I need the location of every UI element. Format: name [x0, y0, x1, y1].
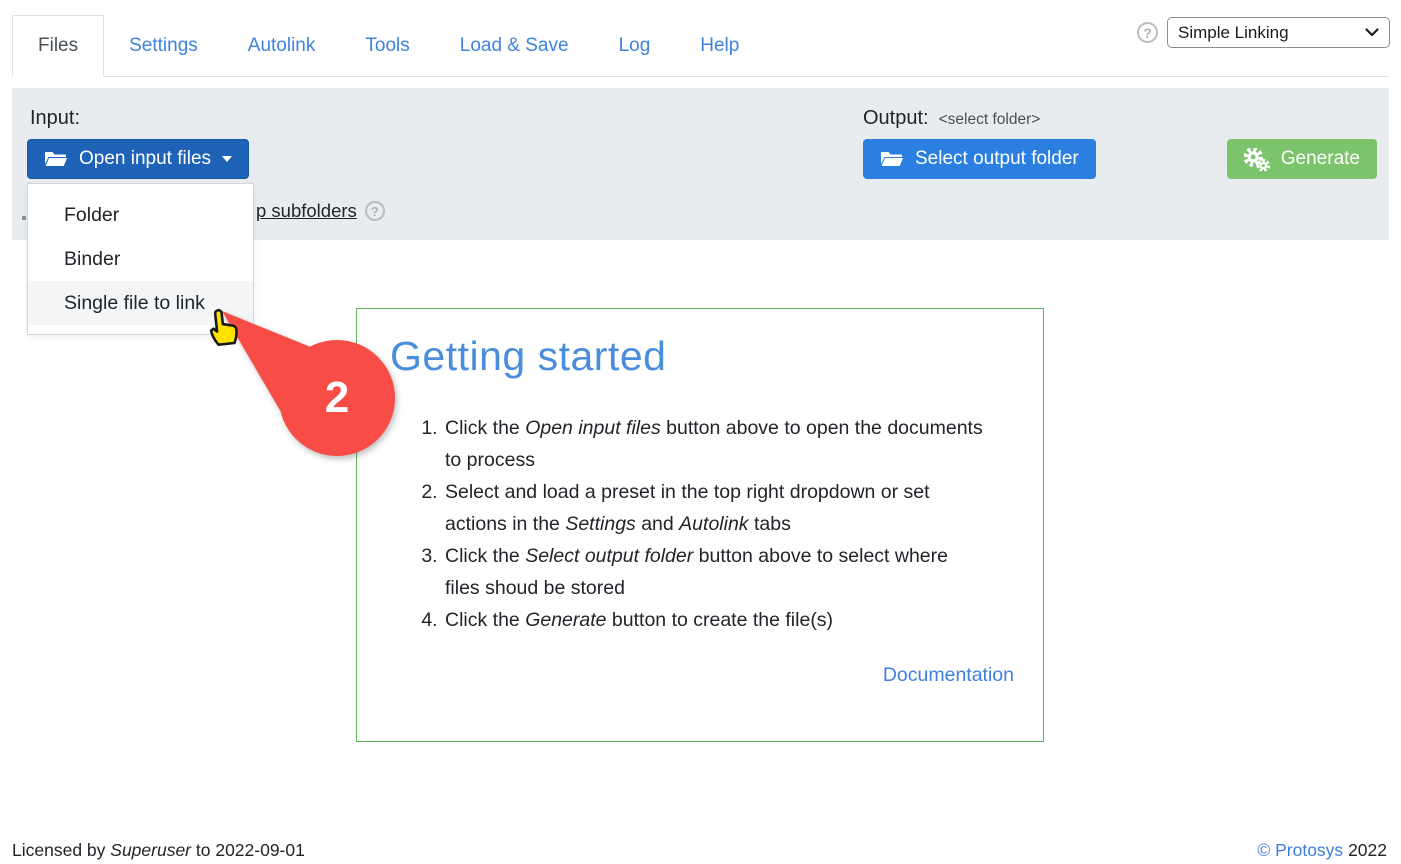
chevron-down-icon: [1365, 28, 1379, 37]
tab-files[interactable]: Files: [12, 15, 104, 77]
tab-load-save[interactable]: Load & Save: [435, 15, 594, 76]
license-text: Licensed by Superuser to 2022-09-01: [12, 840, 305, 861]
help-icon[interactable]: ?: [1137, 22, 1158, 43]
generate-label: Generate: [1281, 148, 1360, 170]
copyright-year: 2022: [1348, 840, 1387, 860]
step-item: Click the Generate button to create the …: [443, 605, 983, 637]
dropdown-item-folder[interactable]: Folder: [28, 193, 253, 237]
step-item: Select and load a preset in the top righ…: [443, 477, 983, 541]
step-item: Click the Open input files button above …: [443, 413, 983, 477]
hidden-checkbox-sliver: [22, 216, 26, 220]
subfolders-option: p subfolders ?: [256, 200, 385, 222]
subfolders-link[interactable]: p subfolders: [256, 200, 357, 222]
tab-autolink[interactable]: Autolink: [223, 15, 341, 76]
open-folder-icon: [44, 150, 68, 168]
tab-settings[interactable]: Settings: [104, 15, 223, 76]
copyright: © Protosys 2022: [1257, 840, 1387, 861]
open-folder-icon: [880, 150, 904, 168]
open-input-files-button[interactable]: Open input files: [27, 139, 249, 179]
preset-select[interactable]: Simple Linking: [1167, 17, 1390, 48]
select-output-folder-button[interactable]: Select output folder: [863, 139, 1096, 179]
step-item: Click the Select output folder button ab…: [443, 541, 983, 605]
open-input-dropdown-menu: Folder Binder Single file to link: [27, 183, 254, 335]
tab-tools[interactable]: Tools: [340, 15, 434, 76]
dropdown-item-single-file[interactable]: Single file to link: [28, 281, 253, 325]
preset-area: ? Simple Linking: [1137, 17, 1390, 48]
gears-icon: [1244, 148, 1270, 171]
output-label: Output:: [863, 107, 929, 130]
input-label: Input:: [30, 107, 80, 130]
app-window: Files Settings Autolink Tools Load & Sav…: [0, 0, 1401, 864]
tab-help[interactable]: Help: [675, 15, 764, 76]
dropdown-item-binder[interactable]: Binder: [28, 237, 253, 281]
getting-started-title: Getting started: [390, 333, 666, 380]
subfolders-help-icon[interactable]: ?: [365, 201, 385, 221]
output-label-group: Output: <select folder>: [863, 107, 1040, 130]
caret-down-icon: [222, 156, 232, 162]
getting-started-steps: Click the Open input files button above …: [417, 413, 983, 637]
select-output-folder-label: Select output folder: [915, 148, 1079, 170]
output-folder-value: <select folder>: [939, 111, 1041, 129]
generate-button[interactable]: Generate: [1227, 139, 1377, 179]
tab-log[interactable]: Log: [594, 15, 676, 76]
documentation-link[interactable]: Documentation: [883, 664, 1014, 687]
preset-selected-value: Simple Linking: [1178, 23, 1289, 43]
getting-started-panel: Getting started Click the Open input fil…: [356, 308, 1044, 742]
protosys-link[interactable]: © Protosys: [1257, 840, 1343, 860]
open-input-files-label: Open input files: [79, 148, 211, 170]
callout-step-number: 2: [277, 370, 397, 426]
